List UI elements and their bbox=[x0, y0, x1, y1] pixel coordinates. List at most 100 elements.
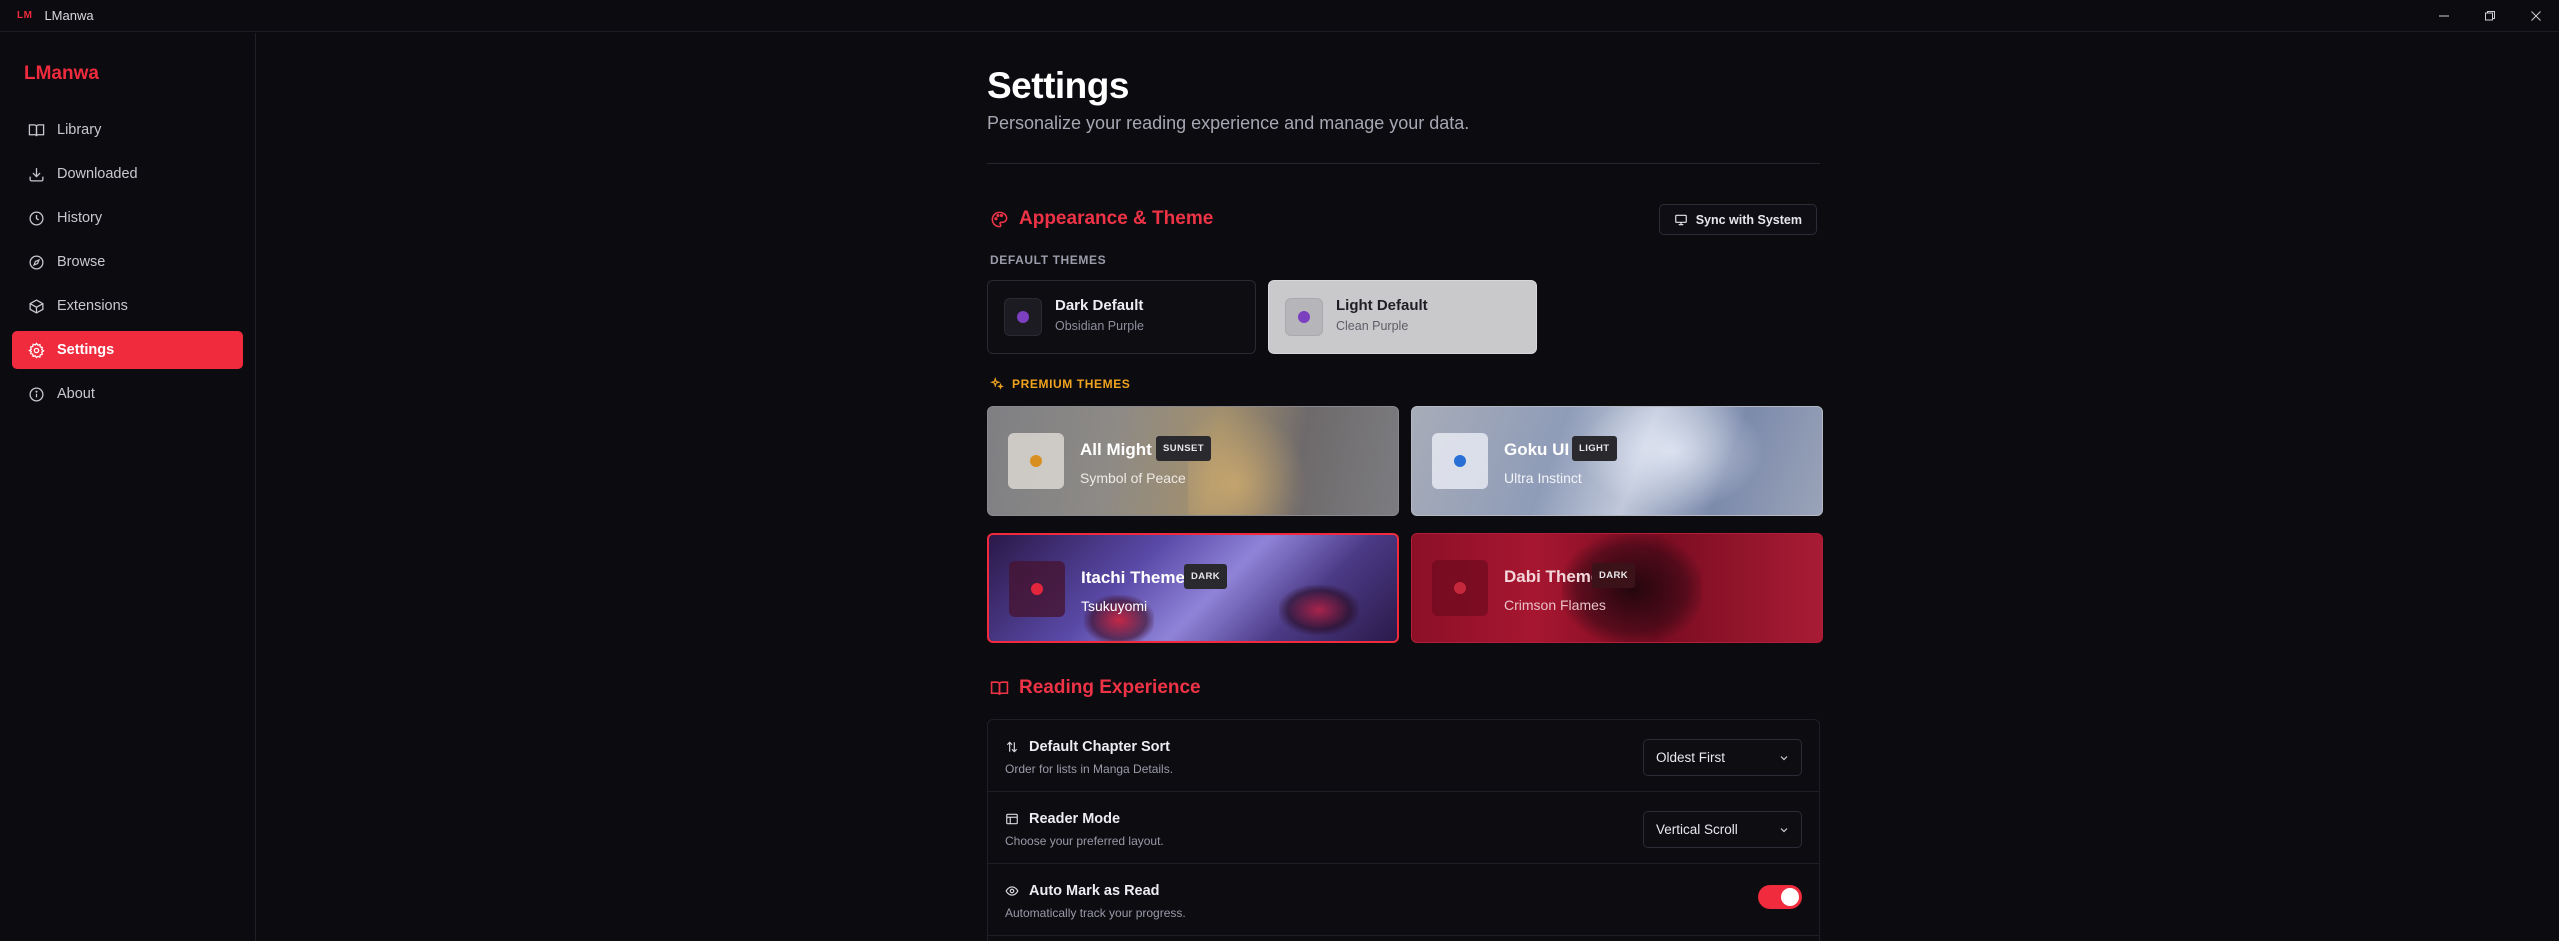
setting-label: Default Chapter Sort bbox=[1005, 739, 1170, 755]
sidebar-nav: Library Downloaded History Browse Extens… bbox=[12, 111, 243, 419]
theme-color-dot bbox=[1030, 455, 1042, 467]
theme-card-light-default[interactable]: Light Default Clean Purple bbox=[1268, 280, 1537, 354]
theme-badge: LIGHT bbox=[1572, 436, 1617, 461]
theme-card-dabi[interactable]: Dabi Theme DARK Crimson Flames bbox=[1411, 533, 1823, 643]
select-value: Vertical Scroll bbox=[1656, 822, 1738, 837]
minimize-button[interactable] bbox=[2421, 0, 2467, 32]
setting-row-auto-mark-read: Auto Mark as Read Automatically track yo… bbox=[988, 864, 1819, 936]
reading-heading: Reading Experience bbox=[990, 677, 1201, 699]
main-content: Settings Personalize your reading experi… bbox=[257, 33, 2559, 941]
eye-icon bbox=[1005, 886, 1019, 896]
theme-card-goku-ui[interactable]: Goku UI LIGHT Ultra Instinct bbox=[1411, 406, 1823, 516]
sync-label: Sync with System bbox=[1695, 212, 1802, 227]
clock-icon bbox=[29, 210, 44, 226]
theme-badge: SUNSET bbox=[1156, 436, 1211, 461]
theme-color-dot bbox=[1298, 311, 1310, 323]
theme-swatch bbox=[1432, 560, 1488, 616]
theme-swatch bbox=[1285, 298, 1323, 336]
default-themes-heading: DEFAULT THEMES bbox=[990, 253, 1107, 267]
gear-icon bbox=[28, 341, 45, 359]
sort-icon bbox=[1006, 741, 1018, 753]
theme-desc: Symbol of Peace bbox=[1080, 470, 1186, 486]
window-title: LManwa bbox=[44, 8, 94, 23]
sidebar-item-downloaded[interactable]: Downloaded bbox=[12, 155, 243, 193]
sidebar-item-browse[interactable]: Browse bbox=[12, 243, 243, 281]
sidebar-item-label: About bbox=[57, 386, 95, 402]
close-icon bbox=[2531, 11, 2541, 21]
chevron-down-icon bbox=[1780, 756, 1788, 761]
reading-settings-list: Default Chapter Sort Order for lists in … bbox=[987, 719, 1820, 941]
theme-artwork bbox=[1562, 534, 1702, 642]
setting-row-chapter-sort: Default Chapter Sort Order for lists in … bbox=[988, 720, 1819, 792]
theme-card-itachi[interactable]: Itachi Theme DARK Tsukuyomi bbox=[987, 533, 1399, 643]
premium-heading-label: PREMIUM THEMES bbox=[1012, 377, 1131, 391]
sidebar-item-about[interactable]: About bbox=[12, 375, 243, 413]
app-logo: LM bbox=[17, 10, 33, 21]
restore-button[interactable] bbox=[2467, 0, 2513, 32]
theme-desc: Obsidian Purple bbox=[1055, 319, 1144, 333]
setting-title: Default Chapter Sort bbox=[1029, 739, 1170, 755]
sidebar-item-label: Library bbox=[57, 122, 102, 138]
brand-logo: LManwa bbox=[24, 63, 99, 84]
minimize-icon bbox=[2439, 15, 2449, 17]
sidebar: LManwa Library Downloaded History Browse… bbox=[0, 33, 256, 941]
reader-mode-select[interactable]: Vertical Scroll bbox=[1643, 811, 1802, 848]
theme-desc: Clean Purple bbox=[1336, 319, 1409, 333]
download-icon bbox=[29, 167, 44, 182]
theme-desc: Ultra Instinct bbox=[1504, 470, 1582, 486]
theme-artwork bbox=[1572, 407, 1772, 515]
chapter-sort-select[interactable]: Oldest First bbox=[1643, 739, 1802, 776]
setting-hint: Automatically track your progress. bbox=[1005, 906, 1186, 920]
theme-desc: Crimson Flames bbox=[1504, 597, 1606, 613]
theme-swatch bbox=[1009, 561, 1065, 617]
setting-title: Reader Mode bbox=[1029, 811, 1121, 827]
setting-hint: Order for lists in Manga Details. bbox=[1005, 762, 1174, 776]
layout-icon bbox=[1006, 813, 1018, 825]
sidebar-item-label: Downloaded bbox=[57, 166, 138, 182]
theme-card-dark-default[interactable]: Dark Default Obsidian Purple bbox=[987, 280, 1256, 354]
sidebar-item-label: Settings bbox=[57, 342, 115, 358]
theme-badge: DARK bbox=[1592, 563, 1636, 588]
setting-row-reader-mode: Reader Mode Choose your preferred layout… bbox=[988, 792, 1819, 864]
palette-icon bbox=[991, 211, 1008, 227]
theme-card-all-might[interactable]: All Might SUNSET Symbol of Peace bbox=[987, 406, 1399, 516]
page-subtitle: Personalize your reading experience and … bbox=[987, 113, 1470, 133]
theme-color-dot bbox=[1454, 582, 1466, 594]
sidebar-item-extensions[interactable]: Extensions bbox=[12, 287, 243, 325]
premium-themes-heading: PREMIUM THEMES bbox=[990, 377, 1130, 391]
monitor-icon bbox=[1674, 214, 1687, 225]
info-icon bbox=[29, 386, 44, 402]
theme-color-dot bbox=[1031, 583, 1043, 595]
setting-label: Reader Mode bbox=[1005, 811, 1120, 827]
theme-name: Goku UI bbox=[1504, 440, 1570, 459]
toggle-knob bbox=[1781, 888, 1799, 906]
sidebar-item-label: Extensions bbox=[57, 298, 128, 314]
section-title: Appearance & Theme bbox=[1019, 208, 1214, 229]
theme-badge: DARK bbox=[1184, 564, 1228, 589]
theme-desc: Tsukuyomi bbox=[1081, 598, 1148, 614]
book-open-icon bbox=[990, 680, 1009, 695]
restore-icon bbox=[2485, 11, 2495, 21]
section-title: Reading Experience bbox=[1019, 677, 1201, 698]
sidebar-item-library[interactable]: Library bbox=[12, 111, 243, 149]
title-bar: LM LManwa bbox=[0, 0, 2559, 32]
select-value: Oldest First bbox=[1656, 750, 1726, 765]
theme-artwork bbox=[1188, 407, 1308, 515]
theme-name: Dark Default bbox=[1055, 297, 1144, 314]
sync-with-system-button[interactable]: Sync with System bbox=[1658, 204, 1817, 235]
theme-artwork bbox=[1279, 585, 1359, 635]
setting-label: Auto Mark as Read bbox=[1005, 883, 1160, 899]
sidebar-item-history[interactable]: History bbox=[12, 199, 243, 237]
theme-swatch bbox=[1008, 433, 1064, 489]
divider bbox=[987, 163, 1820, 164]
theme-swatch bbox=[1004, 298, 1042, 336]
close-button[interactable] bbox=[2513, 0, 2559, 32]
sidebar-item-settings[interactable]: Settings bbox=[12, 331, 243, 369]
theme-name: Light Default bbox=[1336, 297, 1428, 314]
setting-hint: Choose your preferred layout. bbox=[1005, 834, 1164, 848]
book-icon bbox=[28, 123, 45, 136]
theme-color-dot bbox=[1454, 455, 1466, 467]
package-icon bbox=[29, 298, 44, 314]
sidebar-item-label: History bbox=[57, 210, 103, 226]
auto-mark-read-toggle[interactable] bbox=[1758, 885, 1802, 909]
